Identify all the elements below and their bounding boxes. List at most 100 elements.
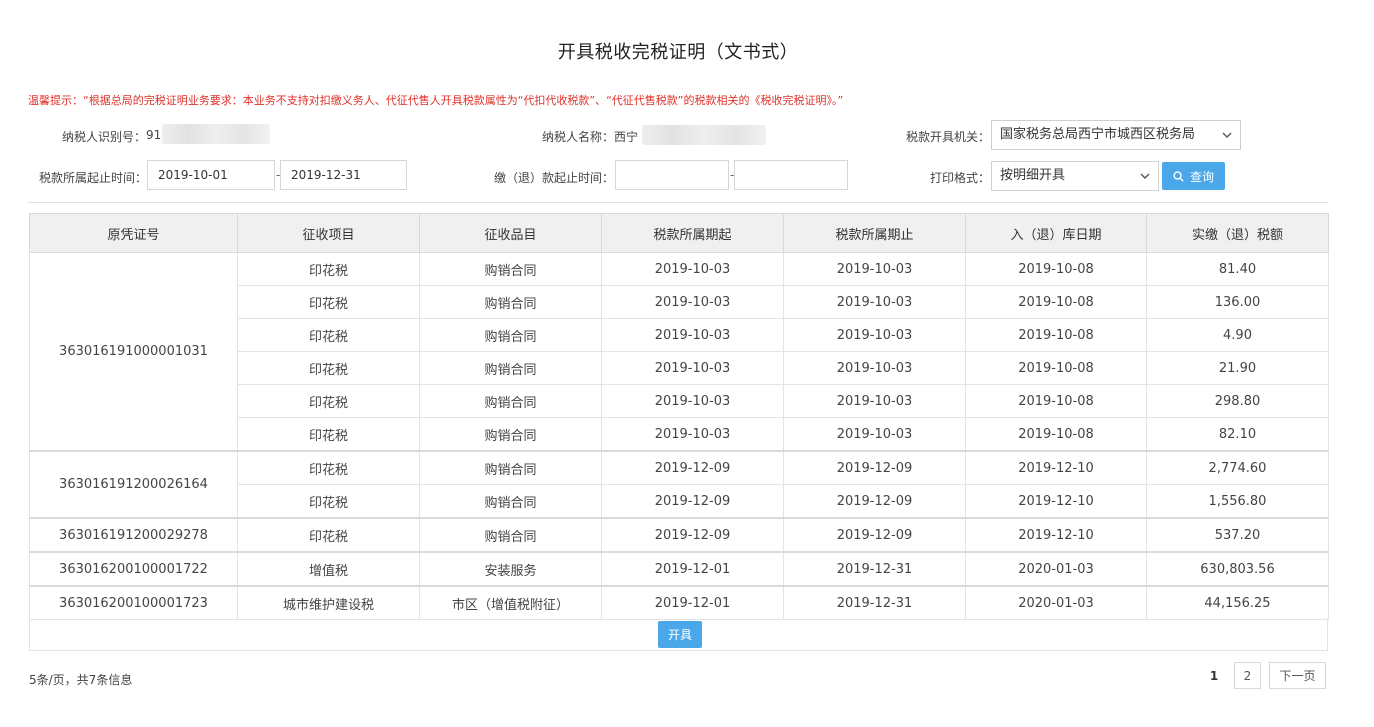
cell-voucher: 363016191200029278: [29, 517, 238, 553]
cell-period-end: 2019-12-31: [783, 585, 966, 620]
cell-item: 印花税: [237, 517, 420, 553]
cell-period-end: 2019-10-03: [783, 318, 966, 352]
cell-category: 购销合同: [419, 384, 602, 418]
cell-storage-date: 2019-10-08: [965, 384, 1147, 418]
chevron-down-icon: [1140, 173, 1150, 179]
cell-item: 印花税: [237, 484, 420, 519]
cell-category: 购销合同: [419, 484, 602, 519]
cell-amount: 4.90: [1146, 318, 1329, 352]
cell-storage-date: 2019-10-08: [965, 351, 1147, 385]
page-2[interactable]: 2: [1234, 662, 1261, 689]
cell-period-end: 2019-10-03: [783, 384, 966, 418]
cell-category: 购销合同: [419, 318, 602, 352]
warning-notice: 温馨提示：“根据总局的完税证明业务要求：本业务不支持对扣缴义务人、代征代售人开具…: [28, 94, 844, 107]
period-label: 税款所属起止时间：: [39, 171, 148, 185]
table-row: 363016191200026164 印花税 购销合同 2019-12-09 2019-…: [29, 450, 1329, 519]
header-storage-date: 入（退）库日期: [965, 213, 1147, 253]
table-row: 363016200100001723 城市维护建设税 市区（增值税附征） 2019-1…: [29, 585, 1329, 620]
cell-amount: 1,556.80: [1146, 484, 1329, 519]
cell-period-end: 2019-12-09: [783, 484, 966, 519]
cell-item: 印花税: [237, 285, 420, 319]
cell-period-start: 2019-12-09: [601, 484, 784, 519]
pagination-info: 5条/页，共7条信息: [29, 673, 133, 687]
cell-storage-date: 2019-10-08: [965, 318, 1147, 352]
cell-amount: 44,156.25: [1146, 585, 1329, 620]
header-item: 征收项目: [237, 213, 420, 253]
cell-period-end: 2019-10-03: [783, 252, 966, 286]
cell-storage-date: 2020-01-03: [965, 585, 1147, 620]
cell-period-start: 2019-10-03: [601, 318, 784, 352]
cell-category: 购销合同: [419, 517, 602, 553]
period-start-input[interactable]: [147, 160, 275, 190]
page-title: 开具税收完税证明（文书式）: [557, 42, 799, 63]
cell-amount: 537.20: [1146, 517, 1329, 553]
cell-voucher: 363016200100001722: [29, 551, 238, 587]
cell-period-start: 2019-10-03: [601, 252, 784, 286]
cell-item: 增值税: [237, 551, 420, 587]
cell-category: 安装服务: [419, 551, 602, 587]
header-voucher: 原凭证号: [29, 213, 238, 253]
taxpayer-name-label: 纳税人名称：: [542, 130, 615, 144]
cell-item: 印花税: [237, 252, 420, 286]
header-period-end: 税款所属期止: [783, 213, 966, 253]
page: 开具税收完税证明（文书式） 温馨提示：“根据总局的完税证明业务要求：本业务不支持…: [0, 0, 1374, 727]
cell-storage-date: 2019-10-08: [965, 285, 1147, 319]
authority-selected: 国家税务总局西宁市城西区税务局: [1000, 127, 1196, 142]
cell-period-end: 2019-10-03: [783, 285, 966, 319]
cell-period-start: 2019-12-09: [601, 517, 784, 553]
header-period-start: 税款所属期起: [601, 213, 784, 253]
cell-voucher: 363016191200026164: [29, 450, 238, 519]
cell-storage-date: 2019-12-10: [965, 484, 1147, 519]
cell-category: 购销合同: [419, 285, 602, 319]
cell-category: 购销合同: [419, 450, 602, 485]
header-category: 征收品目: [419, 213, 602, 253]
cell-period-start: 2019-10-03: [601, 384, 784, 418]
cell-period-end: 2019-12-09: [783, 517, 966, 553]
authority-label: 税款开具机关：: [906, 130, 991, 144]
issue-button[interactable]: 开具: [658, 621, 702, 648]
print-format-select[interactable]: 按明细开具: [991, 161, 1159, 191]
cell-item: 印花税: [237, 384, 420, 418]
cell-period-start: 2019-10-03: [601, 351, 784, 385]
print-format-label: 打印格式：: [930, 171, 991, 185]
cell-voucher: 363016191000001031: [29, 252, 238, 452]
cell-category: 购销合同: [419, 351, 602, 385]
cell-storage-date: 2019-12-10: [965, 517, 1147, 553]
search-icon: [1173, 170, 1184, 182]
divider: [28, 202, 1328, 203]
period-end-input[interactable]: [280, 160, 407, 190]
cell-item: 印花税: [237, 417, 420, 452]
taxpayer-id-value: 91: [146, 128, 162, 142]
cell-period-end: 2019-10-03: [783, 351, 966, 385]
table-body: 363016191000001031 印花税 购销合同 2019-10-03 2019-…: [29, 252, 1329, 620]
cell-item: 印花税: [237, 450, 420, 485]
cell-voucher: 363016200100001723: [29, 585, 238, 620]
cell-period-start: 2019-12-01: [601, 551, 784, 587]
authority-select[interactable]: 国家税务总局西宁市城西区税务局: [991, 120, 1241, 150]
cell-period-end: 2019-10-03: [783, 417, 966, 452]
cell-storage-date: 2020-01-03: [965, 551, 1147, 587]
chevron-down-icon: [1222, 132, 1232, 138]
cell-storage-date: 2019-10-08: [965, 252, 1147, 286]
table-row: 363016191200029278 印花税 购销合同 2019-12-09 2019-…: [29, 517, 1329, 553]
table-row: 363016200100001722 增值税 安装服务 2019-12-01 2019-…: [29, 551, 1329, 587]
cell-storage-date: 2019-12-10: [965, 450, 1147, 485]
table-row: 363016191000001031 印花税 购销合同 2019-10-03 2019-…: [29, 252, 1329, 452]
tax-record-table: 原凭证号 征收项目 征收品目 税款所属期起 税款所属期止 入（退）库日期 实缴（…: [29, 213, 1329, 620]
print-format-selected: 按明细开具: [1000, 168, 1066, 183]
next-page-button[interactable]: 下一页: [1269, 662, 1326, 689]
cell-amount: 298.80: [1146, 384, 1329, 418]
payment-start-input[interactable]: [615, 160, 729, 190]
cell-amount: 136.00: [1146, 285, 1329, 319]
redacted-taxpayer-id: [162, 124, 270, 144]
taxpayer-name-value: 西宁: [614, 130, 639, 144]
payment-end-input[interactable]: [734, 160, 848, 190]
cell-amount: 82.10: [1146, 417, 1329, 452]
cell-period-start: 2019-10-03: [601, 285, 784, 319]
query-button[interactable]: 查询: [1162, 162, 1225, 190]
page-1[interactable]: 1: [1202, 662, 1226, 689]
cell-amount: 81.40: [1146, 252, 1329, 286]
taxpayer-id-label: 纳税人识别号：: [62, 130, 147, 144]
header-amount: 实缴（退）税额: [1146, 213, 1329, 253]
cell-period-start: 2019-12-09: [601, 450, 784, 485]
